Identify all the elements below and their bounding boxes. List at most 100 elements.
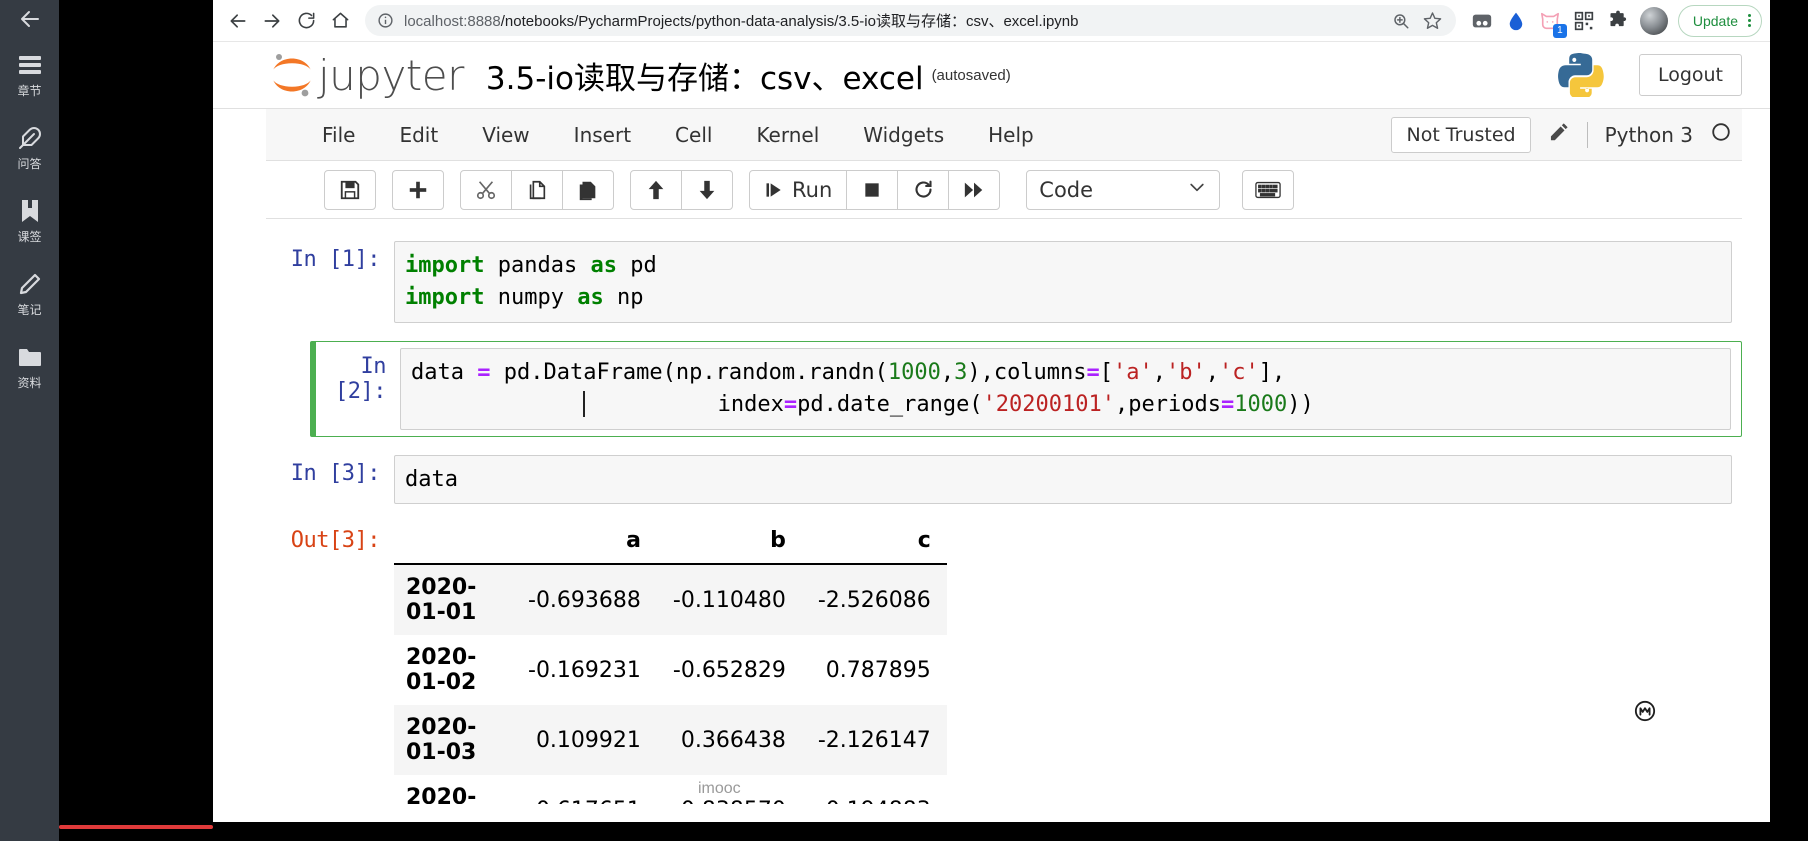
keyboard-icon[interactable] — [1242, 169, 1295, 210]
copy-icon[interactable] — [511, 169, 563, 210]
qr-code-icon[interactable] — [1568, 5, 1600, 37]
browser-back-icon[interactable] — [221, 4, 255, 38]
jupyter-logo[interactable]: jupyter — [266, 49, 464, 101]
output-cell-3: Out[3]: a b c 2020-01-01 -0.693688 -0.1104… — [266, 522, 1742, 804]
code-cell-3[interactable]: In [3]: data — [266, 454, 1742, 505]
toolbar-group-move — [630, 169, 733, 210]
arrow-up-icon[interactable] — [630, 169, 682, 210]
browser-toolbar: localhost:8888/notebooks/PycharmProjects… — [213, 0, 1770, 42]
sidebar-item-chapters[interactable]: 章节 — [0, 52, 59, 99]
menu-widgets[interactable]: Widgets — [841, 123, 966, 147]
dataframe-col-b: b — [770, 528, 786, 554]
browser-reload-icon[interactable] — [289, 4, 323, 38]
reading-mode-icon[interactable] — [1466, 5, 1498, 37]
sidebar-item-notes[interactable]: 笔记 — [0, 271, 59, 318]
table-row: 2020-01-01 -0.693688 -0.110480 -2.526086 — [394, 564, 947, 636]
cell-prompt-2: In [2]: — [335, 353, 386, 404]
dataframe-output: a b c 2020-01-01 -0.693688 -0.110480 -2.526… — [394, 522, 1732, 804]
url-text: localhost:8888/notebooks/PycharmProjects… — [404, 10, 1382, 31]
code-cell-1[interactable]: In [1]: import pandas as pd import numpy… — [266, 241, 1742, 323]
cell-type-select[interactable]: Code — [1026, 169, 1221, 210]
cell-type-value: Code — [1039, 177, 1094, 202]
update-button[interactable]: Update — [1677, 4, 1762, 37]
profile-avatar[interactable] — [1639, 6, 1668, 35]
code-cell-2[interactable]: In [2]: data = pd.DataFrame(np.random.ra… — [310, 340, 1742, 437]
table-row-index: 2020-01-02 — [406, 645, 477, 696]
water-drop-icon[interactable] — [1500, 5, 1532, 37]
arrow-down-icon[interactable] — [681, 169, 733, 210]
sidebar-label-notes: 笔记 — [17, 303, 42, 317]
jupyter-menubar: File Edit View Insert Cell Kernel Widget… — [266, 109, 1742, 161]
url-path: /notebooks/PycharmProjects/python-data-a… — [500, 13, 1079, 30]
table-cell: -0.693688 — [528, 587, 641, 613]
cat-icon[interactable]: 1 — [1534, 5, 1567, 38]
zoom-search-icon[interactable] — [1388, 8, 1414, 34]
pencil-icon — [17, 271, 43, 297]
sidebar-label-materials: 资料 — [17, 376, 42, 390]
list-icon — [17, 52, 43, 78]
menu-insert[interactable]: Insert — [552, 123, 653, 147]
dataframe-header-row: a b c — [394, 524, 947, 565]
jupyter-logo-text: jupyter — [318, 50, 464, 100]
table-cell: -2.526086 — [817, 587, 931, 613]
code-input-2[interactable]: data = pd.DataFrame(np.random.randn(1000… — [400, 347, 1731, 430]
back-arrow-icon[interactable] — [17, 6, 43, 32]
feather-icon — [17, 125, 43, 151]
menu-edit[interactable]: Edit — [377, 123, 460, 147]
browser-window: localhost:8888/notebooks/PycharmProjects… — [213, 0, 1770, 822]
code-input-1[interactable]: import pandas as pd import numpy as np — [394, 241, 1732, 323]
cell-prompt-3: In [3]: — [290, 460, 381, 486]
scissors-cut-icon[interactable] — [460, 169, 512, 210]
logout-button[interactable]: Logout — [1638, 54, 1742, 96]
menu-view[interactable]: View — [460, 123, 551, 147]
table-row: 2020-01-02 -0.169231 -0.652829 0.787895 — [394, 635, 947, 705]
plus-icon[interactable] — [392, 169, 444, 210]
trust-status-badge[interactable]: Not Trusted — [1391, 116, 1531, 153]
video-progress-bar[interactable] — [59, 825, 213, 829]
kernel-idle-circle-icon[interactable] — [1710, 121, 1732, 148]
sidebar-label-bookmarks: 课签 — [17, 230, 42, 244]
run-button[interactable]: Run — [749, 169, 848, 210]
update-button-label: Update — [1692, 12, 1738, 29]
menu-help[interactable]: Help — [966, 123, 1056, 147]
browser-forward-icon[interactable] — [255, 4, 289, 38]
right-letterbox — [1770, 0, 1808, 841]
table-cell: 0.194883 — [802, 775, 947, 804]
puzzle-extensions-icon[interactable] — [1602, 5, 1634, 37]
menu-file[interactable]: File — [300, 123, 377, 147]
bookmark-star-icon[interactable] — [1420, 8, 1446, 34]
sidebar-item-qa[interactable]: 问答 — [0, 125, 59, 172]
toolbar-group-run: Run — [749, 169, 1001, 210]
restart-icon[interactable] — [897, 169, 950, 210]
table-row-index: 2020-01-03 — [406, 715, 477, 766]
sidebar-item-bookmarks[interactable]: 课签 — [0, 198, 59, 245]
site-info-icon[interactable] — [377, 12, 394, 29]
table-row-index: 2020-01-01 — [406, 575, 477, 626]
address-bar[interactable]: localhost:8888/notebooks/PycharmProjects… — [365, 5, 1456, 36]
course-sidebar: 章节 问答 课签 笔记 资料 — [0, 0, 59, 841]
edit-mode-pencil-icon — [1548, 121, 1570, 148]
autosave-status: (autosaved) — [931, 66, 1011, 84]
fast-forward-icon[interactable] — [948, 169, 1001, 210]
kebab-menu-icon[interactable] — [1744, 14, 1755, 27]
table-row: 2020-01-03 0.109921 0.366438 -2.126147 — [394, 705, 947, 776]
sidebar-item-materials[interactable]: 资料 — [0, 344, 59, 391]
output-prompt-3: Out[3]: — [290, 528, 381, 554]
dataframe-body: 2020-01-01 -0.693688 -0.110480 -2.526086 202… — [394, 564, 947, 804]
notebook-title[interactable]: 3.5-io读取与存储：csv、excel — [486, 53, 924, 98]
menu-kernel[interactable]: Kernel — [734, 123, 841, 147]
save-icon[interactable] — [324, 169, 376, 210]
paste-icon[interactable] — [562, 169, 614, 210]
menubar-right: Not Trusted Python 3 — [1391, 116, 1742, 153]
table-cell: -0.110480 — [672, 587, 786, 613]
browser-home-icon[interactable] — [323, 4, 357, 38]
jupyter-logo-icon — [273, 54, 311, 97]
code-input-3[interactable]: data — [394, 454, 1732, 505]
url-host: localhost:8888 — [404, 13, 501, 30]
menu-cell[interactable]: Cell — [653, 123, 734, 147]
table-cell: -2.126147 — [817, 727, 931, 753]
chevron-down-icon — [1187, 177, 1207, 202]
table-row: 2020-01-040.6176510.8385700.194883 — [394, 775, 947, 804]
dataframe-col-c: c — [917, 528, 931, 554]
stop-square-icon[interactable] — [846, 169, 899, 210]
